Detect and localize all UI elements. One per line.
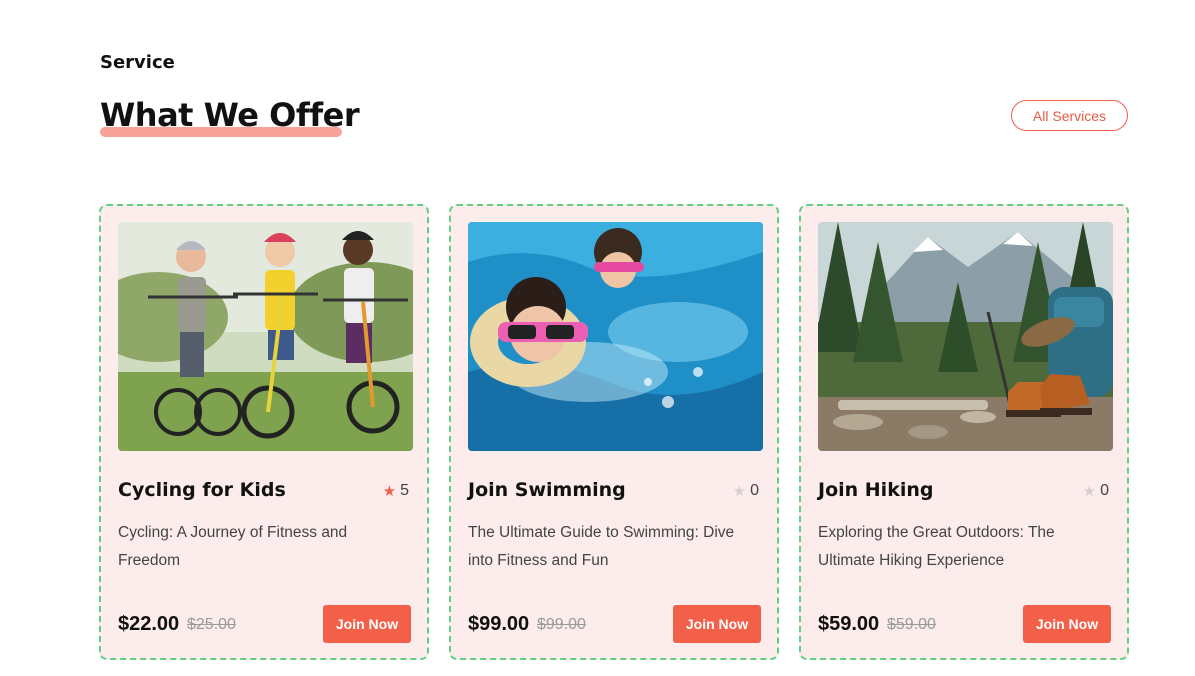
card-title[interactable]: Join Swimming xyxy=(468,479,626,501)
rating-value: 0 xyxy=(750,482,759,499)
card-price: $99.00 xyxy=(468,613,530,635)
card-description: Cycling: A Journey of Fitness and Freedo… xyxy=(118,524,348,569)
star-icon: ★ xyxy=(1082,482,1097,500)
card-old-price: $25.00 xyxy=(187,616,236,633)
service-card-cycling[interactable]: Cycling for Kids ★ 5 Cycling: A Journey … xyxy=(99,204,429,660)
card-old-price: $59.00 xyxy=(887,616,936,633)
card-rating: ★ 0 xyxy=(733,482,759,500)
card-price: $22.00 xyxy=(118,613,180,635)
card-price: $59.00 xyxy=(818,613,880,635)
star-icon: ★ xyxy=(732,482,747,500)
card-title[interactable]: Cycling for Kids xyxy=(118,479,286,501)
kids-cycling-photo[interactable] xyxy=(118,222,413,451)
star-icon: ★ xyxy=(382,482,397,500)
section-eyebrow: Service xyxy=(100,52,175,73)
card-description: The Ultimate Guide to Swimming: Dive int… xyxy=(468,524,735,569)
hiking-gear-photo[interactable] xyxy=(818,222,1113,451)
service-card-hiking[interactable]: Join Hiking ★ 0 Exploring the Great Outd… xyxy=(799,204,1129,660)
join-now-button[interactable]: Join Now xyxy=(323,605,411,643)
join-now-button[interactable]: Join Now xyxy=(673,605,761,643)
card-rating: ★ 0 xyxy=(1083,482,1109,500)
service-card-swimming[interactable]: Join Swimming ★ 0 The Ultimate Guide to … xyxy=(449,204,779,660)
card-title[interactable]: Join Hiking xyxy=(818,479,933,501)
rating-value: 5 xyxy=(400,482,409,499)
kids-swimming-photo[interactable] xyxy=(468,222,763,451)
rating-value: 0 xyxy=(1100,482,1109,499)
all-services-button[interactable]: All Services xyxy=(1011,100,1128,131)
card-description: Exploring the Great Outdoors: The Ultima… xyxy=(818,524,1055,569)
join-now-button[interactable]: Join Now xyxy=(1023,605,1111,643)
card-rating: ★ 5 xyxy=(383,482,409,500)
section-title-wrap: What We Offer xyxy=(100,94,360,137)
card-old-price: $99.00 xyxy=(537,616,586,633)
page-title: What We Offer xyxy=(100,96,360,134)
